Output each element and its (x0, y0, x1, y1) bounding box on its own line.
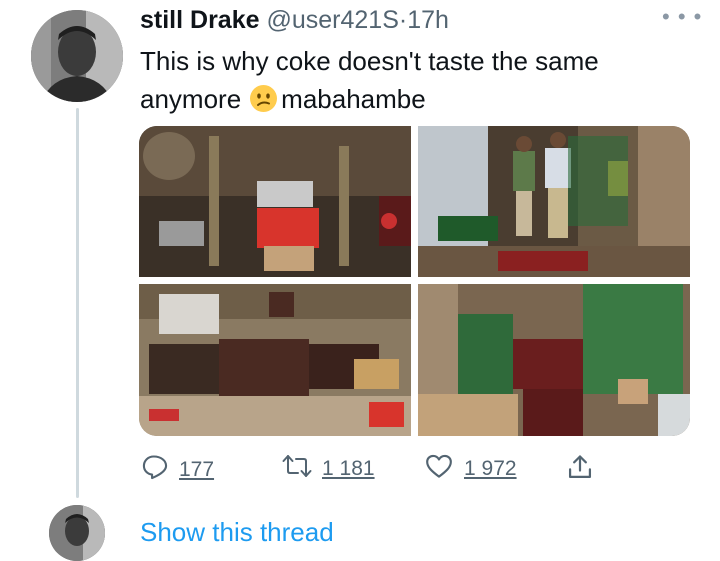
reply-bubble-icon (141, 453, 169, 487)
tweet-text: This is why coke doesn't taste the same … (140, 42, 700, 118)
action-bar: 177 1 181 1 972 (0, 453, 720, 487)
photo-bottles-floor[interactable] (139, 284, 411, 436)
photo-stacked-crates[interactable] (418, 284, 690, 436)
thread-avatar[interactable] (49, 505, 105, 561)
media-grid (139, 126, 690, 436)
timestamp[interactable]: 17h (407, 6, 449, 34)
reply-count: 177 (179, 458, 215, 481)
retweet-button[interactable]: 1 181 (282, 453, 375, 485)
tweet-text-before-emoji: anymore (140, 84, 242, 114)
retweet-count: 1 181 (322, 457, 375, 480)
heart-icon (424, 453, 454, 485)
share-upload-icon (566, 453, 594, 487)
tweet-header: still Drake @user421S·17h (140, 6, 449, 35)
confused-face-icon (249, 84, 278, 113)
separator: · (398, 6, 408, 34)
tweet-text-after-emoji: mabahambe (281, 84, 426, 114)
share-button[interactable] (566, 453, 594, 487)
reply-button[interactable]: 177 (141, 453, 214, 487)
photo-warehouse-officials[interactable] (418, 126, 690, 277)
handle[interactable]: @user421S (266, 6, 398, 34)
retweet-arrows-icon (282, 453, 312, 485)
photo-bottling-machine[interactable] (139, 126, 411, 277)
avatar[interactable] (31, 10, 123, 102)
thread-line (76, 108, 79, 498)
like-button[interactable]: 1 972 (424, 453, 517, 485)
like-count: 1 972 (464, 457, 517, 480)
show-thread-link[interactable]: Show this thread (140, 517, 334, 548)
display-name[interactable]: still Drake (140, 6, 260, 34)
more-dots-icon[interactable]: • • • (662, 6, 702, 28)
tweet-text-line1: This is why coke doesn't taste the same (140, 46, 599, 76)
